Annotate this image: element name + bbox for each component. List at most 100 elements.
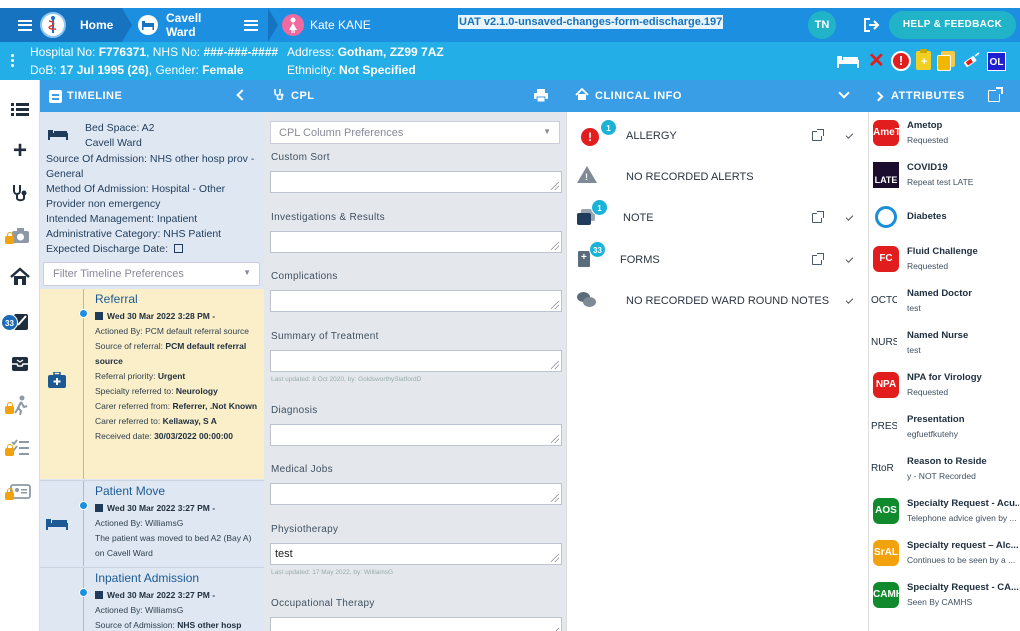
- cpl-section-textarea[interactable]: [270, 171, 562, 193]
- banner-menu-icon[interactable]: [11, 54, 14, 68]
- edit-discharge-icon[interactable]: [173, 244, 183, 253]
- attribute-name: Specialty Request - CA...: [907, 582, 1019, 593]
- attribute-badge-icon: RtoR: [871, 456, 897, 482]
- inbox-icon[interactable]: [9, 352, 31, 374]
- bed-status-icon[interactable]: [836, 53, 860, 69]
- timeline-event-patient-move[interactable]: Patient Move Wed 30 Mar 2022 3:27 PM - A…: [40, 480, 264, 566]
- user-avatar[interactable]: TN: [808, 11, 836, 39]
- ol-alert-icon[interactable]: OL: [987, 52, 1006, 71]
- attribute-name: Diabetes: [907, 211, 947, 222]
- event-body: Wed 30 Mar 2022 3:27 PM - Actioned By: W…: [95, 503, 252, 558]
- open-external-icon[interactable]: [812, 129, 824, 141]
- home-crumb[interactable]: Home: [0, 8, 132, 42]
- attribute-name: Named Doctor: [907, 288, 972, 299]
- attribute-item[interactable]: CAMH Specialty Request - CA... Seen By CAM…: [869, 576, 1020, 618]
- clinical-info-expand-icon[interactable]: [838, 87, 850, 99]
- ward-menu-icon[interactable]: [244, 19, 258, 31]
- home-icon[interactable]: [9, 266, 31, 288]
- attribute-item[interactable]: Diabetes: [869, 198, 1020, 240]
- dob-line: DoB: 17 Jul 1995 (26), Gender: Female: [30, 63, 244, 77]
- attribute-badge-icon: NPA: [873, 372, 899, 398]
- ward-link[interactable]: Cavell Ward: [166, 11, 234, 39]
- lock-icon: [5, 444, 14, 456]
- cpl-section-title: Custom Sort: [271, 152, 330, 163]
- patient-name[interactable]: Kate KANE: [310, 18, 371, 32]
- resize-grip-icon[interactable]: [551, 182, 559, 190]
- resize-grip-icon[interactable]: [551, 627, 559, 631]
- address-line: Address: Gotham, ZZ99 7AZ: [287, 45, 444, 59]
- patient-walk-icon[interactable]: [5, 394, 31, 416]
- cpl-section-textarea[interactable]: [270, 483, 562, 505]
- ethnicity-line: Ethnicity: Not Specified: [287, 63, 416, 77]
- note-count-badge: 1: [591, 199, 608, 216]
- forms-nav-icon[interactable]: 33: [1, 310, 31, 332]
- timeline-event-referral[interactable]: Referral Wed 30 Mar 2022 3:28 PM - Actio…: [40, 289, 264, 479]
- menu-icon[interactable]: [18, 19, 32, 31]
- patient-crumb[interactable]: Kate KANE: [282, 8, 442, 42]
- resize-grip-icon[interactable]: [551, 360, 559, 369]
- ward-round-notes-row[interactable]: NO RECORDED WARD ROUND NOTES: [567, 282, 867, 322]
- chevron-down-icon[interactable]: [845, 296, 854, 304]
- syringe-icon[interactable]: [961, 52, 981, 70]
- timeline-event-inpatient-admission[interactable]: Inpatient Admission Wed 30 Mar 2022 3:27…: [40, 567, 264, 631]
- resize-grip-icon[interactable]: [551, 494, 559, 502]
- event-body: Wed 30 Mar 2022 3:28 PM - Actioned By: P…: [95, 311, 258, 441]
- note-row[interactable]: 1 NOTE: [567, 199, 867, 239]
- cpl-section-textarea[interactable]: [270, 349, 562, 372]
- resize-grip-icon[interactable]: [551, 241, 559, 250]
- help-feedback-button[interactable]: HELP & FEEDBACK: [889, 11, 1016, 39]
- attribute-status: Continues to be seen by a ...: [907, 555, 1016, 565]
- attribute-badge-icon: NURSI: [871, 330, 897, 356]
- cpl-section-textarea[interactable]: [270, 290, 562, 312]
- cpl-section-textarea[interactable]: [270, 616, 562, 631]
- attributes-open-icon[interactable]: [988, 87, 1003, 102]
- collapse-timeline-icon[interactable]: [236, 89, 248, 101]
- clipboard-icon[interactable]: +: [916, 49, 931, 70]
- attribute-item[interactable]: FC Fluid Challenge Requested: [869, 240, 1020, 282]
- alerts-row[interactable]: ! NO RECORDED ALERTS: [567, 158, 867, 198]
- attribute-status: Requested: [907, 261, 949, 271]
- warning-mark: !: [585, 172, 588, 182]
- resize-grip-icon[interactable]: [551, 553, 559, 562]
- checklist-icon[interactable]: [5, 436, 31, 458]
- cpl-column-preferences-select[interactable]: CPL Column Preferences ▼: [270, 121, 560, 144]
- ward-crumb[interactable]: Cavell Ward: [132, 8, 258, 42]
- cpl-section-textarea[interactable]: [270, 423, 562, 446]
- attribute-item[interactable]: RtoR Reason to Reside y - NOT Recorded: [869, 450, 1020, 492]
- documents-icon[interactable]: [937, 51, 957, 71]
- cpl-section-textarea[interactable]: test: [270, 542, 562, 565]
- resize-grip-icon[interactable]: [551, 434, 559, 443]
- cpl-section-title: Complications: [271, 271, 338, 282]
- allergy-row[interactable]: ! 1 ALLERGY: [567, 117, 867, 157]
- open-external-icon[interactable]: [812, 211, 824, 223]
- attribute-name: Reason to Reside: [907, 456, 987, 467]
- chevron-down-icon[interactable]: [845, 255, 854, 263]
- attribute-item[interactable]: NURSI Named Nurse test: [869, 324, 1020, 366]
- chevron-down-icon[interactable]: [845, 131, 854, 139]
- event-title: Inpatient Admission: [95, 571, 200, 585]
- cross-alert-icon[interactable]: ✕: [868, 51, 885, 71]
- attribute-item[interactable]: LATE COVID19 Repeat test LATE: [869, 156, 1020, 198]
- attribute-item[interactable]: AOS Specialty Request - Acu... Telephone a…: [869, 492, 1020, 534]
- filter-timeline-select[interactable]: Filter Timeline Preferences ▼: [43, 262, 260, 286]
- attribute-item[interactable]: OCTO Named Doctor test: [869, 282, 1020, 324]
- cpl-section-textarea[interactable]: [270, 230, 562, 253]
- attribute-item[interactable]: PRESE Presentation egfuetfkutehy: [869, 408, 1020, 450]
- attribute-item[interactable]: NPA NPA for Virology Requested: [869, 366, 1020, 408]
- attribute-item[interactable]: SrAL Specialty request – Alc... Continues …: [869, 534, 1020, 576]
- camera-icon[interactable]: [5, 224, 31, 246]
- logout-icon[interactable]: [863, 17, 881, 33]
- exclamation-alert-icon[interactable]: !: [891, 51, 911, 71]
- print-icon[interactable]: [534, 89, 548, 103]
- id-card-icon[interactable]: [5, 480, 31, 502]
- home-link[interactable]: Home: [80, 18, 113, 32]
- attribute-item[interactable]: AmeT Ametop Requested: [869, 114, 1020, 156]
- list-icon[interactable]: [9, 98, 31, 120]
- open-external-icon[interactable]: [812, 253, 824, 265]
- attributes-chevron-icon[interactable]: [873, 91, 884, 101]
- forms-row[interactable]: + 33 FORMS: [567, 241, 867, 281]
- chevron-down-icon[interactable]: [845, 213, 854, 221]
- add-icon[interactable]: +: [9, 139, 31, 163]
- resize-grip-icon[interactable]: [551, 301, 559, 309]
- stethoscope-icon[interactable]: [9, 182, 31, 204]
